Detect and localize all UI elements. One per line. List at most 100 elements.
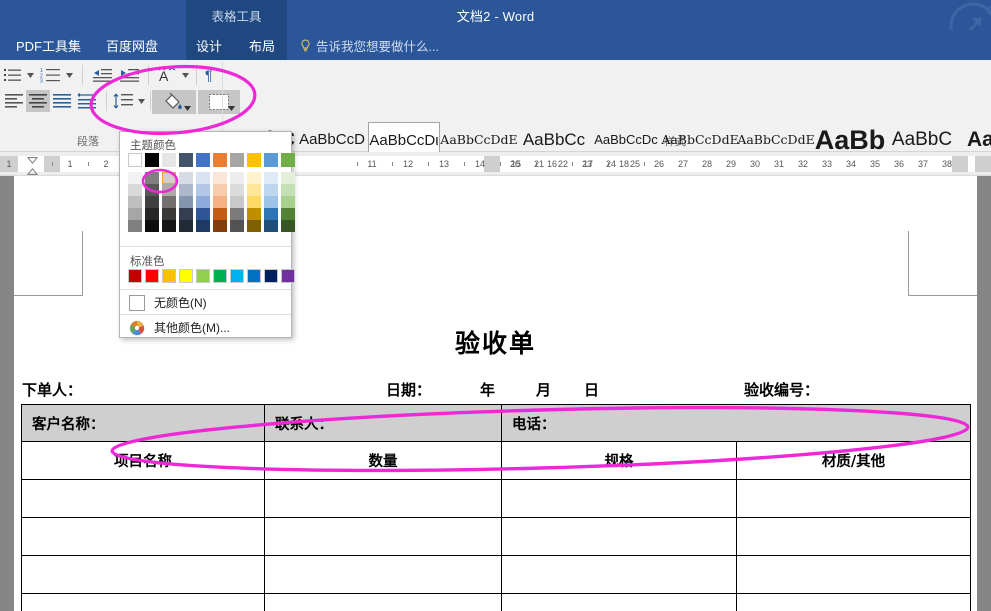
cell-empty[interactable] bbox=[736, 555, 971, 594]
distribute-button[interactable] bbox=[74, 90, 100, 112]
bullets-button[interactable] bbox=[2, 64, 24, 86]
acceptance-table[interactable]: 客户名称： 联系人： 电话： 项目名称 数量 规格 材质/其他 bbox=[21, 404, 971, 611]
cell-empty[interactable] bbox=[264, 593, 502, 611]
shading-button[interactable] bbox=[152, 90, 196, 114]
swatch-standard-8[interactable] bbox=[264, 269, 278, 283]
cell-empty[interactable] bbox=[21, 517, 265, 556]
table-row[interactable] bbox=[21, 479, 971, 518]
align-justify-button[interactable] bbox=[50, 90, 74, 112]
swatch-variant-4-4[interactable] bbox=[196, 220, 210, 232]
tab-design[interactable]: 设计 bbox=[190, 30, 228, 60]
swatch-standard-6[interactable] bbox=[230, 269, 244, 283]
swatch-theme-9[interactable] bbox=[281, 153, 295, 167]
swatch-theme-5[interactable] bbox=[213, 153, 227, 167]
swatch-variant-2-3[interactable] bbox=[179, 196, 193, 208]
swatch-variant-1-7[interactable] bbox=[247, 184, 261, 196]
swatch-variant-2-0[interactable] bbox=[128, 196, 142, 208]
tab-baidu-netdisk[interactable]: 百度网盘 bbox=[100, 30, 164, 60]
swatch-variant-3-2[interactable] bbox=[162, 208, 176, 220]
swatch-theme-2[interactable] bbox=[162, 153, 176, 167]
swatch-variant-0-7[interactable] bbox=[247, 172, 261, 184]
tab-pdf-tools[interactable]: PDF工具集 bbox=[10, 30, 87, 60]
swatch-variant-0-0[interactable] bbox=[128, 172, 142, 184]
cell-column-material[interactable]: 材质/其他 bbox=[736, 441, 971, 480]
numbering-dropdown[interactable] bbox=[64, 64, 74, 86]
swatch-theme-4[interactable] bbox=[196, 153, 210, 167]
cell-column-spec[interactable]: 规格 bbox=[501, 441, 737, 480]
swatch-variant-1-8[interactable] bbox=[264, 184, 278, 196]
swatch-variant-0-4[interactable] bbox=[196, 172, 210, 184]
cell-empty[interactable] bbox=[736, 479, 971, 518]
cell-empty[interactable] bbox=[264, 555, 502, 594]
swatch-variant-0-3[interactable] bbox=[179, 172, 193, 184]
line-spacing-button[interactable] bbox=[110, 90, 136, 112]
no-fill-menu-item[interactable]: 无颜色(N) bbox=[120, 290, 291, 315]
swatch-variant-4-8[interactable] bbox=[264, 220, 278, 232]
align-center-button[interactable] bbox=[26, 90, 50, 112]
swatch-variant-0-8[interactable] bbox=[264, 172, 278, 184]
numbering-button[interactable]: 1 2 3 bbox=[38, 64, 64, 86]
line-spacing-dropdown[interactable] bbox=[136, 90, 146, 112]
swatch-variant-2-5[interactable] bbox=[213, 196, 227, 208]
shading-color-dropdown[interactable]: 主题颜色 标准色 无颜色(N) 其他颜色(M)... bbox=[119, 131, 295, 340]
swatch-standard-0[interactable] bbox=[128, 269, 142, 283]
swatch-standard-9[interactable] bbox=[281, 269, 295, 283]
cell-empty[interactable] bbox=[501, 555, 737, 594]
cell-customer-name[interactable]: 客户名称： bbox=[21, 404, 265, 442]
swatch-variant-3-6[interactable] bbox=[230, 208, 244, 220]
decrease-indent-button[interactable] bbox=[90, 64, 114, 86]
swatch-variant-2-6[interactable] bbox=[230, 196, 244, 208]
cell-column-quantity[interactable]: 数量 bbox=[264, 441, 502, 480]
cell-contact-person[interactable]: 联系人： bbox=[264, 404, 502, 442]
swatch-variant-4-1[interactable] bbox=[145, 220, 159, 232]
swatch-theme-1[interactable] bbox=[145, 153, 159, 167]
swatch-variant-4-0[interactable] bbox=[128, 220, 142, 232]
swatch-variant-4-3[interactable] bbox=[179, 220, 193, 232]
swatch-variant-4-7[interactable] bbox=[247, 220, 261, 232]
tell-me-box[interactable]: 告诉我您想要做什么... bbox=[300, 30, 439, 60]
swatch-variant-1-3[interactable] bbox=[179, 184, 193, 196]
swatch-standard-2[interactable] bbox=[162, 269, 176, 283]
show-marks-dropdown[interactable] bbox=[228, 64, 238, 86]
swatch-variant-4-9[interactable] bbox=[281, 220, 295, 232]
swatch-variant-3-1[interactable] bbox=[145, 208, 159, 220]
swatch-variant-0-9[interactable] bbox=[281, 172, 295, 184]
swatch-standard-5[interactable] bbox=[213, 269, 227, 283]
table-row[interactable] bbox=[21, 517, 971, 556]
swatch-variant-1-4[interactable] bbox=[196, 184, 210, 196]
cell-empty[interactable] bbox=[501, 479, 737, 518]
sort-button[interactable]: A bbox=[155, 64, 179, 86]
swatch-standard-3[interactable] bbox=[179, 269, 193, 283]
swatch-variant-3-3[interactable] bbox=[179, 208, 193, 220]
indent-marker-icon[interactable] bbox=[26, 154, 39, 178]
swatch-variant-1-9[interactable] bbox=[281, 184, 295, 196]
cell-column-item-name[interactable]: 项目名称 bbox=[21, 441, 265, 480]
cell-empty[interactable] bbox=[501, 517, 737, 556]
sort-dropdown[interactable] bbox=[180, 64, 190, 86]
swatch-variant-3-5[interactable] bbox=[213, 208, 227, 220]
swatch-variant-3-4[interactable] bbox=[196, 208, 210, 220]
swatch-variant-0-1[interactable] bbox=[145, 172, 159, 184]
cell-phone[interactable]: 电话： bbox=[501, 404, 971, 442]
swatch-variant-1-0[interactable] bbox=[128, 184, 142, 196]
cell-empty[interactable] bbox=[21, 593, 265, 611]
swatch-variant-3-0[interactable] bbox=[128, 208, 142, 220]
swatch-theme-8[interactable] bbox=[264, 153, 278, 167]
swatch-variant-1-6[interactable] bbox=[230, 184, 244, 196]
swatch-variant-3-9[interactable] bbox=[281, 208, 295, 220]
swatch-variant-2-7[interactable] bbox=[247, 196, 261, 208]
swatch-variant-4-5[interactable] bbox=[213, 220, 227, 232]
increase-indent-button[interactable] bbox=[117, 64, 141, 86]
swatch-variant-2-9[interactable] bbox=[281, 196, 295, 208]
swatch-variant-2-8[interactable] bbox=[264, 196, 278, 208]
swatch-variant-3-8[interactable] bbox=[264, 208, 278, 220]
cell-empty[interactable] bbox=[264, 479, 502, 518]
table-row[interactable]: 客户名称： 联系人： 电话： bbox=[21, 404, 971, 442]
more-colors-menu-item[interactable]: 其他颜色(M)... bbox=[120, 315, 291, 340]
swatch-variant-1-1[interactable] bbox=[145, 184, 159, 196]
swatch-variant-2-2[interactable] bbox=[162, 196, 176, 208]
swatch-standard-1[interactable] bbox=[145, 269, 159, 283]
swatch-variant-0-5[interactable] bbox=[213, 172, 227, 184]
cell-empty[interactable] bbox=[501, 593, 737, 611]
cell-empty[interactable] bbox=[264, 517, 502, 556]
